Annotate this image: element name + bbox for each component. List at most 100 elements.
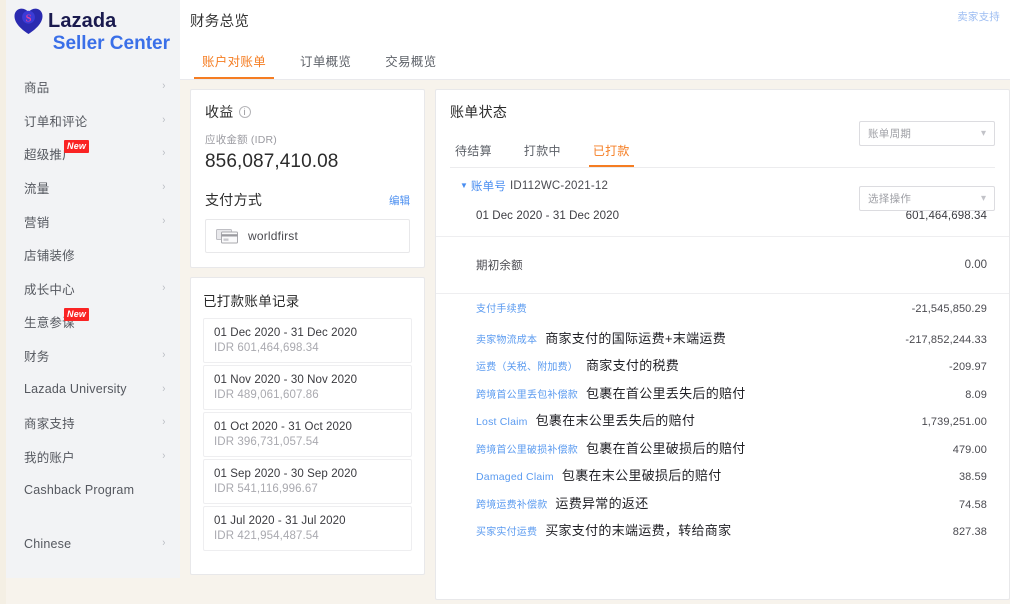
sidebar-item-shop-decoration[interactable]: 店铺装修 bbox=[6, 238, 180, 272]
edit-payment-method-link[interactable]: 编辑 bbox=[389, 193, 410, 210]
line-item-note: 包裹在首公里丢失后的赔付 bbox=[586, 385, 746, 401]
sub-tab-paying[interactable]: 打款中 bbox=[520, 138, 565, 167]
list-item[interactable]: 01 Nov 2020 - 30 Nov 2020 IDR 489,061,60… bbox=[203, 365, 412, 410]
sidebar-item-business-advisor[interactable]: 生意参谋 New bbox=[6, 305, 180, 339]
bill-line-items: 支付手续费 -21,545,850.29 卖家物流成本 商家支付的国际运费+末端… bbox=[436, 294, 1009, 548]
sidebar-nav: 商品 › 订单和评论 › 超级推广 New › 流量 › 营销 › 店铺装修 成… bbox=[6, 70, 180, 560]
tab-account-statement[interactable]: 账户对账单 bbox=[194, 45, 275, 79]
sidebar-item-label: 流量 bbox=[24, 182, 50, 197]
sidebar-item-products[interactable]: 商品 › bbox=[6, 70, 180, 104]
lazada-heart-logo-icon: S bbox=[14, 8, 43, 35]
table-row: 卖家物流成本 商家支付的国际运费+末端运费 -217,852,244.33 bbox=[436, 328, 1009, 356]
revenue-sub-label: 应收金额 (IDR) bbox=[205, 134, 277, 146]
content-area: 收益 i 应收金额 (IDR) 856,087,410.08 支付方式 编辑 w… bbox=[180, 80, 1010, 604]
brand-logo[interactable]: S Lazada Seller Center bbox=[6, 0, 180, 60]
line-item-label[interactable]: 跨境首公里破损补偿款 bbox=[476, 441, 578, 456]
sidebar-item-marketing[interactable]: 营销 › bbox=[6, 204, 180, 238]
seller-support-link[interactable]: 卖家支持 bbox=[957, 9, 1000, 24]
line-item-note: 包裹在首公里破损后的赔付 bbox=[586, 440, 746, 456]
sidebar-item-label: 成长中心 bbox=[24, 282, 75, 297]
table-row: Lost Claim 包裹在末公里丢失后的赔付 1,739,251.00 bbox=[436, 410, 1009, 438]
table-row: 买家实付运费 买家支付的末端运费，转给商家 827.38 bbox=[436, 520, 1009, 548]
sidebar-item-label: 商家支持 bbox=[24, 417, 75, 432]
line-item-label[interactable]: 卖家物流成本 bbox=[476, 331, 537, 346]
left-column: 收益 i 应收金额 (IDR) 856,087,410.08 支付方式 编辑 w… bbox=[190, 89, 425, 604]
line-item-note: 包裹在末公里破损后的赔付 bbox=[561, 468, 722, 483]
opening-balance-row: 期初余额 0.00 bbox=[436, 237, 1009, 294]
chevron-down-icon: ▾ bbox=[980, 193, 986, 204]
payment-method-header: 支付方式 编辑 bbox=[205, 190, 410, 210]
list-item[interactable]: 01 Sep 2020 - 30 Sep 2020 IDR 541,116,99… bbox=[203, 459, 412, 504]
table-row: 跨境首公里丢包补偿款 包裹在首公里丢失后的赔付 8.09 bbox=[436, 383, 1009, 411]
line-item-amount: 8.09 bbox=[965, 388, 987, 401]
line-item-label[interactable]: Lost Claim bbox=[476, 416, 528, 428]
sidebar-item-label: 我的账户 bbox=[24, 450, 75, 465]
line-item-note: 商家支付的国际运费+末端运费 bbox=[545, 330, 726, 346]
line-item-amount: 74.58 bbox=[958, 498, 987, 511]
sidebar-item-language[interactable]: Chinese › bbox=[6, 527, 180, 561]
tab-transaction-overview[interactable]: 交易概览 bbox=[377, 45, 444, 79]
sub-tab-paid[interactable]: 已打款 bbox=[588, 138, 634, 167]
tab-order-overview[interactable]: 订单概览 bbox=[292, 45, 359, 79]
collapse-triangle-icon[interactable]: ▼ bbox=[460, 182, 468, 190]
sidebar-item-traffic[interactable]: 流量 › bbox=[6, 171, 180, 205]
chevron-right-icon: › bbox=[162, 147, 166, 160]
sidebar-item-merchant-support[interactable]: 商家支持 › bbox=[6, 406, 180, 440]
chevron-right-icon: › bbox=[162, 80, 166, 93]
sidebar-item-label: 营销 bbox=[24, 215, 50, 230]
sidebar-item-label: 商品 bbox=[24, 81, 50, 96]
list-item[interactable]: 01 Oct 2020 - 31 Oct 2020 IDR 396,731,05… bbox=[203, 412, 412, 457]
payment-method-item[interactable]: worldfirst bbox=[205, 219, 410, 253]
line-item-amount: 38.59 bbox=[958, 471, 987, 483]
new-badge: New bbox=[64, 140, 90, 154]
chevron-right-icon: › bbox=[162, 449, 166, 462]
sub-tab-pending-settlement[interactable]: 待结算 bbox=[451, 138, 496, 167]
list-item[interactable]: 01 Dec 2020 - 31 Dec 2020 IDR 601,464,69… bbox=[203, 318, 412, 363]
main-tabs: 账户对账单 订单概览 交易概览 bbox=[180, 45, 1010, 79]
svg-text:S: S bbox=[26, 13, 32, 24]
revenue-amount: 856,087,410.08 bbox=[205, 151, 339, 172]
new-badge: New bbox=[64, 308, 90, 322]
sidebar-item-super-promotion[interactable]: 超级推广 New › bbox=[6, 137, 180, 171]
chevron-right-icon: › bbox=[162, 113, 166, 126]
line-item-label[interactable]: 运费（关税、附加费） bbox=[476, 358, 578, 373]
bill-number-label[interactable]: 账单号 bbox=[471, 178, 506, 194]
sidebar-item-lazada-university[interactable]: Lazada University › bbox=[6, 372, 180, 406]
right-column: 账单状态 待结算 打款中 已打款 账单周期 ▾ 选择操作 ▾ ▼ 账单号 ID1… bbox=[435, 89, 1010, 604]
record-amount: IDR 601,464,698.34 bbox=[214, 342, 319, 354]
line-item-note: 运费异常的返还 bbox=[555, 495, 649, 511]
record-range: 01 Dec 2020 - 31 Dec 2020 bbox=[214, 327, 358, 339]
sidebar-item-label: Lazada University bbox=[24, 382, 127, 397]
sidebar-item-growth-center[interactable]: 成长中心 › bbox=[6, 272, 180, 306]
page-title: 财务总览 bbox=[190, 14, 250, 30]
line-item-amount: -21,545,850.29 bbox=[911, 303, 987, 315]
line-item-label[interactable]: 跨境运费补偿款 bbox=[476, 496, 547, 511]
line-item-label[interactable]: Damaged Claim bbox=[476, 471, 554, 483]
line-item-label[interactable]: 跨境首公里丢包补偿款 bbox=[476, 386, 578, 401]
line-item-label[interactable]: 买家实付运费 bbox=[476, 523, 537, 538]
bill-period-select-value: 账单周期 bbox=[868, 128, 912, 140]
chevron-right-icon: › bbox=[162, 382, 166, 395]
sidebar: S Lazada Seller Center 商品 › 订单和评论 › 超级推广… bbox=[6, 0, 180, 578]
sidebar-item-label: 财务 bbox=[24, 350, 50, 365]
table-row: 运费（关税、附加费） 商家支付的税费 -209.97 bbox=[436, 355, 1009, 383]
line-item-label[interactable]: 支付手续费 bbox=[476, 300, 527, 315]
record-amount: IDR 396,731,057.54 bbox=[214, 436, 319, 448]
bill-status-card: 账单状态 待结算 打款中 已打款 账单周期 ▾ 选择操作 ▾ ▼ 账单号 ID1… bbox=[435, 89, 1010, 600]
info-circle-icon[interactable]: i bbox=[238, 106, 251, 118]
record-amount: IDR 541,116,996.67 bbox=[214, 483, 318, 495]
chevron-right-icon: › bbox=[162, 181, 166, 194]
bill-period-select[interactable]: 账单周期 ▾ bbox=[859, 121, 995, 146]
brand-name-bottom: Seller Center bbox=[52, 33, 170, 54]
brand-name-top: Lazada bbox=[48, 10, 117, 32]
settled-records-title: 已打款账单记录 bbox=[203, 294, 300, 309]
sidebar-item-my-account[interactable]: 我的账户 › bbox=[6, 440, 180, 474]
record-amount: IDR 489,061,607.86 bbox=[214, 389, 319, 401]
bill-number-row[interactable]: ▼ 账单号 ID112WC-2021-12 bbox=[436, 168, 1009, 194]
sidebar-item-orders-reviews[interactable]: 订单和评论 › bbox=[6, 104, 180, 138]
chevron-down-icon: ▾ bbox=[980, 128, 986, 139]
sidebar-item-cashback-program[interactable]: Cashback Program bbox=[6, 473, 180, 507]
sidebar-item-finance[interactable]: 财务 › bbox=[6, 339, 180, 373]
list-item[interactable]: 01 Jul 2020 - 31 Jul 2020 IDR 421,954,48… bbox=[203, 506, 412, 551]
line-item-amount: 1,739,251.00 bbox=[921, 416, 987, 428]
